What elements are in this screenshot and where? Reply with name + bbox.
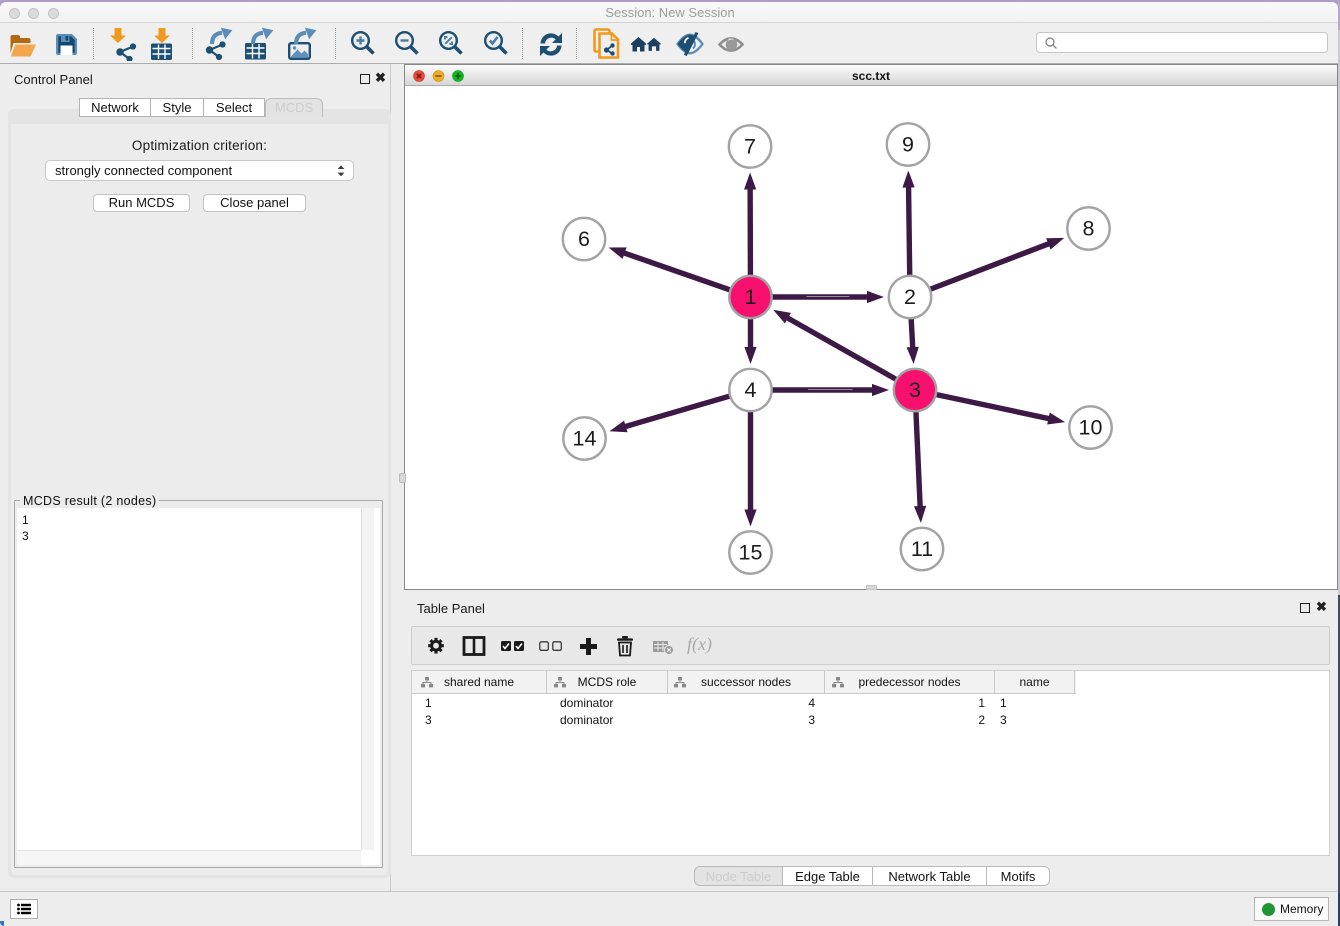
svg-text:7: 7 bbox=[744, 135, 756, 159]
svg-text:4: 4 bbox=[745, 378, 757, 402]
svg-text:10: 10 bbox=[1079, 416, 1103, 440]
svg-text:14: 14 bbox=[573, 427, 597, 451]
svg-text:3: 3 bbox=[909, 378, 921, 402]
svg-text:1: 1 bbox=[745, 285, 757, 309]
svg-text:2: 2 bbox=[904, 285, 916, 309]
svg-text:8: 8 bbox=[1083, 217, 1095, 241]
svg-text:11: 11 bbox=[911, 537, 933, 561]
svg-text:15: 15 bbox=[739, 541, 763, 565]
svg-text:9: 9 bbox=[902, 133, 914, 157]
svg-text:6: 6 bbox=[578, 227, 590, 251]
